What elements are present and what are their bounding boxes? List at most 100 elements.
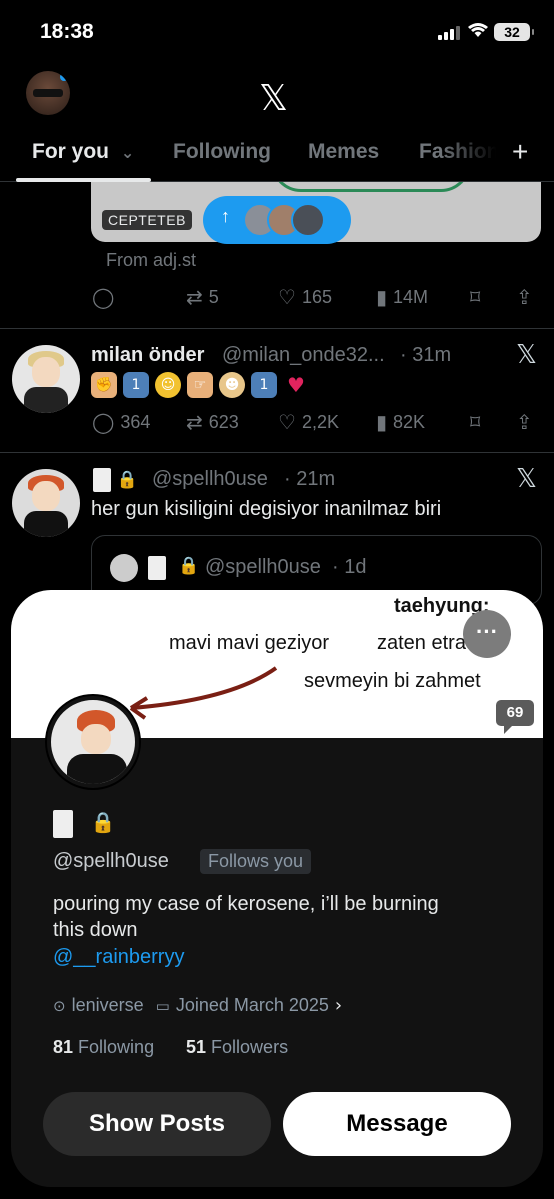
tab-for-you[interactable]: For you ⌄ (32, 140, 134, 164)
media-decoration (271, 182, 471, 192)
bookmark-button[interactable]: ⌑ (470, 285, 480, 309)
post-avatar[interactable] (12, 345, 80, 413)
post-text: her gun kisiligini degisiyor inanilmaz b… (91, 498, 442, 520)
lock-icon: 🔒 (116, 470, 138, 491)
followers-count[interactable]: 51 Followers (186, 1037, 288, 1058)
post-avatar[interactable] (12, 469, 80, 537)
like-count: 2,2K (301, 411, 339, 432)
views-button[interactable]: ▮ 82K (376, 410, 425, 434)
media-badge: CEPTETEB (102, 210, 192, 230)
heart-icon: ♡ (278, 285, 296, 309)
avatar-glasses (33, 89, 63, 97)
retweet-button[interactable]: ⇄ 5 (186, 285, 219, 309)
pill-avatar (291, 203, 325, 237)
status-bar: 18:38 32 (0, 0, 554, 60)
following-count[interactable]: 81 Following (53, 1037, 154, 1058)
post-author-handle[interactable]: @spellh0use (152, 468, 268, 491)
profile-bio-line: pouring my case of kerosene, i’ll be bur… (53, 893, 439, 915)
divider (0, 328, 554, 329)
avatar-body (24, 511, 68, 537)
profile-bio-line: this down (53, 919, 138, 941)
x-icon[interactable]: 𝕏 (516, 464, 537, 494)
share-icon: ⇪ (516, 410, 533, 434)
more-options-button[interactable]: ··· (463, 610, 511, 658)
chevron-right-icon[interactable]: › (335, 995, 342, 1016)
like-count: 165 (301, 286, 332, 307)
bookmark-button[interactable]: ⌑ (470, 410, 480, 434)
avatar-face (32, 481, 60, 511)
bio-mention-link[interactable]: @__rainberryy (53, 946, 184, 969)
followers-label: Followers (211, 1037, 289, 1057)
profile-meta: ⊙ leniverse ▭ Joined March 2025 › (53, 995, 342, 1016)
like-button[interactable]: ♡ 2,2K (278, 410, 339, 434)
bookmark-icon: ⌑ (470, 285, 481, 309)
post-time: · 21m (284, 468, 336, 490)
quote-time: · 1d (332, 556, 367, 578)
feed-tabs: For you ⌄ Following Memes Fashion + (0, 130, 554, 182)
share-button[interactable]: ⇪ (516, 410, 533, 434)
post-author-handle[interactable]: @milan_onde32... (222, 344, 385, 367)
banner-text: mavi mavi geziyor (169, 632, 330, 654)
joined-text[interactable]: Joined March 2025 (176, 995, 329, 1016)
tab-fade (440, 130, 510, 180)
avatar-face (81, 724, 111, 754)
tab-following[interactable]: Following (173, 140, 271, 164)
views-button[interactable]: ▮ 14M (376, 285, 428, 309)
avatar-body (24, 387, 68, 413)
x-icon[interactable]: 𝕏 (516, 340, 537, 370)
tab-memes[interactable]: Memes (308, 140, 379, 164)
comment-count-badge: 69 (496, 700, 534, 734)
wifi-icon (468, 23, 488, 37)
share-button[interactable]: ⇪ (516, 285, 533, 309)
post-author-name[interactable]: milan önder (91, 344, 204, 367)
arrow-up-icon: ↑ (221, 206, 230, 226)
avatar-face (32, 357, 60, 387)
battery-icon: 32 (494, 23, 534, 41)
reply-icon: ◯ (92, 410, 115, 434)
views-count: 82K (393, 411, 426, 432)
heart-icon: ♡ (278, 410, 296, 434)
views-icon: ▮ (376, 410, 388, 434)
avatar-body (67, 754, 127, 784)
status-time: 18:38 (40, 20, 94, 43)
account-avatar[interactable] (26, 71, 70, 115)
profile-handle[interactable]: @spellh0use (53, 850, 169, 873)
notification-dot (60, 73, 68, 81)
one-emoji-icon: 1 (251, 372, 277, 398)
signal-icon (438, 26, 460, 40)
like-button[interactable]: ♡ 165 (278, 285, 332, 309)
person-emoji-icon: ☻ (219, 372, 245, 398)
views-icon: ▮ (376, 285, 388, 309)
lock-icon: 🔒 (90, 810, 116, 835)
card-emoji-icon (53, 810, 73, 838)
reply-button[interactable]: ◯ (92, 285, 114, 309)
lock-icon: 🔒 (178, 556, 200, 576)
heart-emoji-icon: ♥ (287, 373, 305, 397)
bookmark-icon: ⌑ (470, 410, 481, 434)
location-text: leniverse (71, 995, 144, 1015)
profile-preview-sheet: taehyung: mavi mavi geziyor zaten etra s… (11, 590, 543, 1187)
card-emoji-icon (148, 556, 166, 580)
retweet-count: 623 (208, 411, 239, 432)
retweet-count: 5 (208, 286, 219, 307)
profile-name: 🔒 (53, 810, 115, 838)
followers-number: 51 (186, 1037, 207, 1057)
face-emoji-icon: ☺ (155, 372, 181, 398)
add-tab-icon[interactable]: + (512, 136, 528, 168)
post-source: From adj.st (106, 250, 197, 270)
post-author-name[interactable]: 🔒 (93, 468, 138, 492)
one-emoji-icon: 1 (123, 372, 149, 398)
post-actions: ◯ 364 ⇄ 623 ♡ 2,2K ▮ 82K ⌑ ⇪ (92, 410, 542, 440)
reply-button[interactable]: ◯ 364 (92, 410, 150, 434)
show-posts-button[interactable]: Show Posts (43, 1092, 271, 1156)
profile-avatar[interactable] (47, 696, 139, 788)
retweet-button[interactable]: ⇄ 623 (186, 410, 239, 434)
x-logo-icon[interactable]: 𝕏 (259, 78, 288, 119)
follows-you-badge: Follows you (200, 849, 312, 874)
fist-emoji-icon: ✊ (91, 372, 117, 398)
retweet-icon: ⇄ (186, 410, 203, 434)
new-posts-pill[interactable]: ↑ (203, 196, 351, 244)
message-button[interactable]: Message (283, 1092, 511, 1156)
divider (0, 452, 554, 453)
following-label: Following (78, 1037, 155, 1057)
